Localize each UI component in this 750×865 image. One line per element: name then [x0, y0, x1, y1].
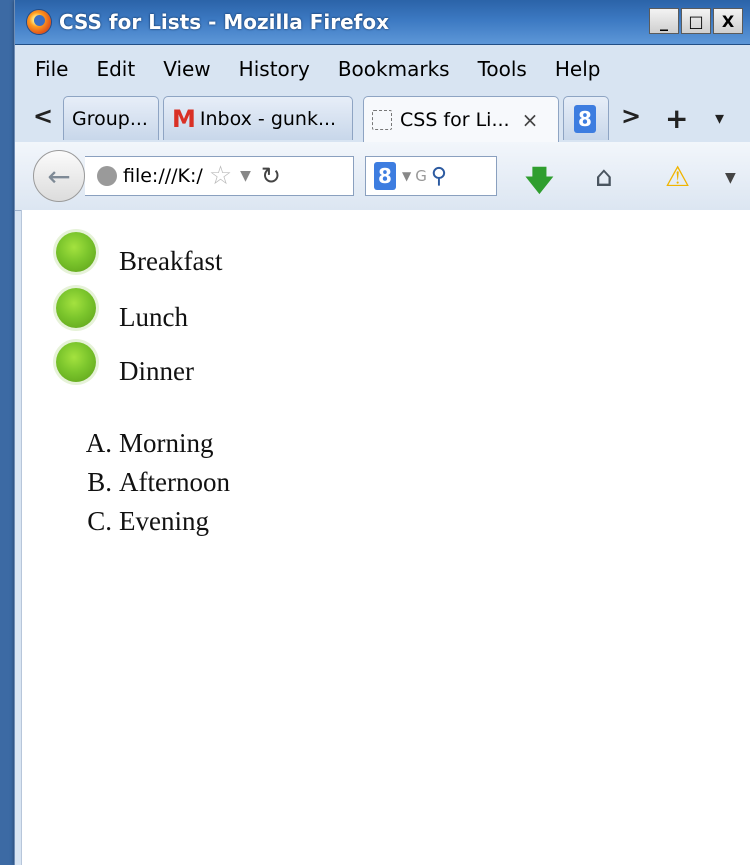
- google-icon: 8: [574, 104, 596, 133]
- firefox-logo-icon: [27, 10, 51, 34]
- home-icon[interactable]: ⌂: [595, 160, 613, 193]
- close-tab-icon[interactable]: ×: [522, 108, 539, 132]
- menu-edit[interactable]: Edit: [96, 57, 135, 81]
- new-tab-button[interactable]: +: [665, 102, 688, 135]
- search-engine-icon[interactable]: 8: [374, 162, 396, 190]
- menu-help[interactable]: Help: [555, 57, 601, 81]
- bookmark-star-icon[interactable]: ☆: [209, 161, 232, 191]
- tab-scroll-left-button[interactable]: <: [33, 102, 53, 130]
- window-title: CSS for Lists - Mozilla Firefox: [59, 10, 389, 34]
- reload-icon[interactable]: ↻: [261, 162, 281, 190]
- menu-bar: File Edit View History Bookmarks Tools H…: [15, 48, 750, 90]
- back-button[interactable]: ←: [33, 150, 85, 202]
- page-content: Breakfast Lunch Dinner A. Morning B. Aft…: [21, 210, 750, 865]
- search-magnifier-icon[interactable]: ⚲: [431, 164, 447, 189]
- search-engine-dropdown-icon[interactable]: ▼: [402, 169, 411, 183]
- url-bar[interactable]: file:///K:/ ☆ ▼ ↻: [85, 156, 354, 196]
- minimize-button[interactable]: _: [649, 8, 679, 34]
- url-text: file:///K:/: [123, 165, 203, 187]
- list-item: Dinner: [56, 342, 316, 386]
- tab-google[interactable]: 8: [563, 96, 609, 140]
- list-item-label: Breakfast: [119, 246, 223, 276]
- tab-label: Group...: [72, 107, 148, 130]
- url-dropdown-icon[interactable]: ▼: [240, 168, 251, 184]
- title-bar: CSS for Lists - Mozilla Firefox _ □ X: [15, 0, 750, 45]
- list-all-tabs-button[interactable]: ▾: [715, 108, 724, 129]
- download-icon[interactable]: 🡇: [525, 160, 554, 208]
- list-item-label: Dinner: [119, 356, 194, 386]
- list-item-label: Lunch: [119, 302, 188, 332]
- list-item-label: Morning: [119, 428, 214, 458]
- warning-icon[interactable]: ⚠: [665, 160, 690, 193]
- menu-view[interactable]: View: [163, 57, 210, 81]
- menu-tools[interactable]: Tools: [478, 57, 527, 81]
- menu-bookmarks[interactable]: Bookmarks: [338, 57, 450, 81]
- close-window-button[interactable]: X: [713, 8, 743, 34]
- tab-bar: < Group... M Inbox - gunk... CSS for Li.…: [15, 92, 750, 142]
- tab-inbox[interactable]: M Inbox - gunk...: [163, 96, 353, 140]
- gmail-icon: M: [172, 104, 196, 133]
- list-marker: B.: [87, 467, 112, 497]
- tab-label: CSS for Li...: [400, 108, 510, 131]
- tab-label: Inbox - gunk...: [199, 107, 337, 130]
- tab-scroll-right-button[interactable]: >: [621, 102, 641, 130]
- navigation-toolbar: ← file:///K:/ ☆ ▼ ↻ 8 ▼ G ⚲ 🡇 ⌂ ⚠ ▼: [15, 142, 750, 211]
- page-icon: [372, 109, 392, 130]
- window-controls: _ □ X: [647, 8, 743, 34]
- list-item-label: Afternoon: [119, 467, 230, 497]
- list-item-label: Evening: [119, 506, 209, 536]
- search-bar[interactable]: 8 ▼ G ⚲: [365, 156, 497, 196]
- globe-icon: [97, 166, 117, 186]
- firefox-window: CSS for Lists - Mozilla Firefox _ □ X Fi…: [14, 0, 750, 865]
- search-placeholder: G: [415, 167, 427, 185]
- tab-group[interactable]: Group...: [63, 96, 159, 140]
- list-item: Lunch: [56, 288, 316, 332]
- list-item: Breakfast: [56, 232, 316, 276]
- list-marker: C.: [87, 506, 112, 536]
- menu-file[interactable]: File: [35, 57, 68, 81]
- menu-history[interactable]: History: [239, 57, 310, 81]
- maximize-button[interactable]: □: [681, 8, 711, 34]
- green-ball-bullet-icon: [56, 342, 96, 382]
- tab-css-for-lists[interactable]: CSS for Li... ×: [363, 96, 559, 142]
- back-arrow-icon: ←: [47, 159, 71, 193]
- green-ball-bullet-icon: [56, 288, 96, 328]
- list-marker: A.: [85, 428, 112, 458]
- green-ball-bullet-icon: [56, 232, 96, 272]
- toolbar-overflow-icon[interactable]: ▼: [725, 170, 736, 186]
